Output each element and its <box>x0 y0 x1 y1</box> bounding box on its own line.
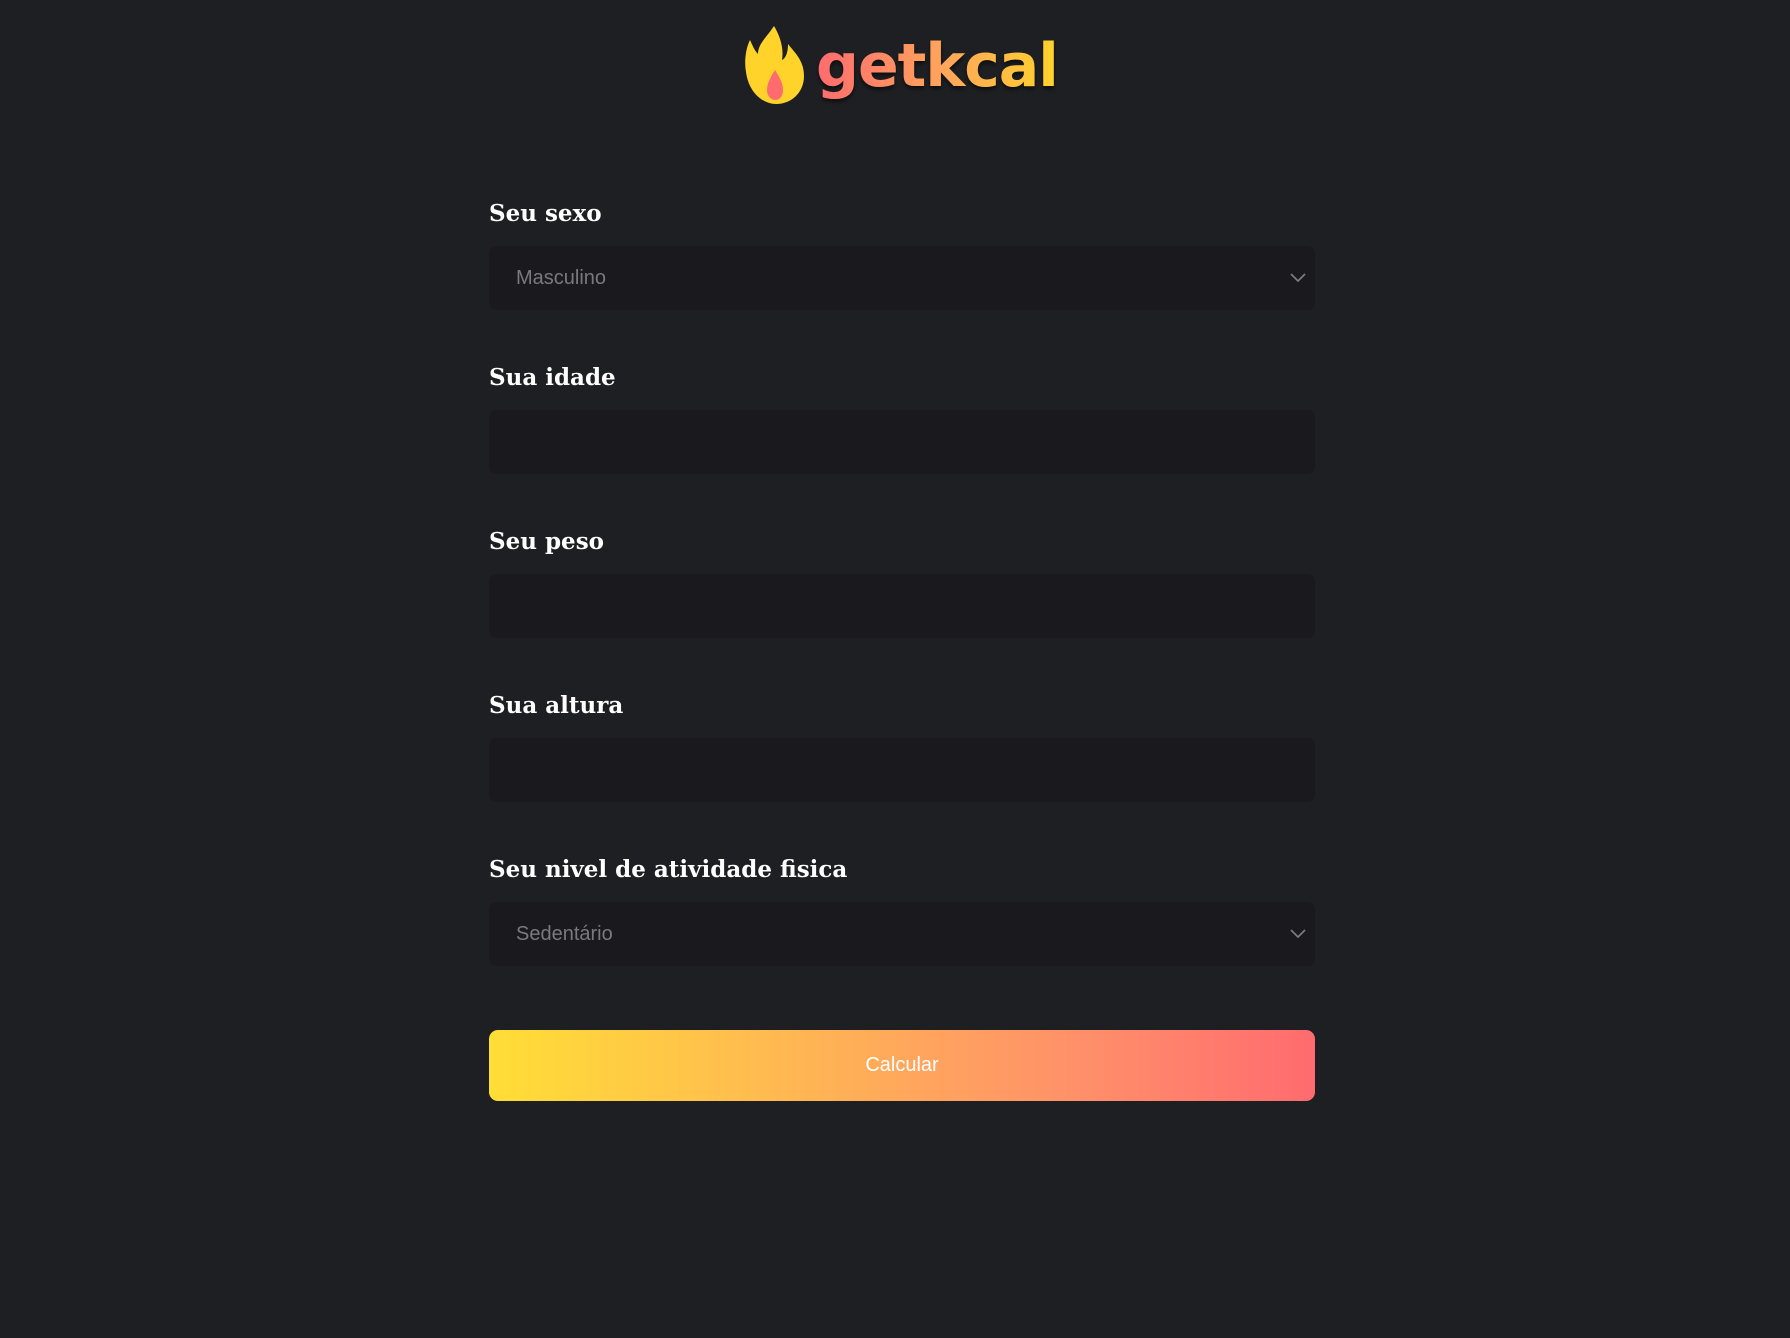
chevron-down-icon <box>1290 929 1306 939</box>
height-field: Sua altura <box>489 692 1315 802</box>
activity-select-value: Sedentário <box>516 923 613 945</box>
weight-label: Seu peso <box>489 528 604 555</box>
sex-label: Seu sexo <box>489 200 602 227</box>
age-input[interactable] <box>489 410 1315 474</box>
calorie-form: Seu sexo Masculino Sua idade Seu peso Su… <box>489 200 1315 1101</box>
weight-input-wrapper <box>489 574 1315 638</box>
weight-field: Seu peso <box>489 528 1315 638</box>
height-input[interactable] <box>489 738 1315 802</box>
sex-field: Seu sexo Masculino <box>489 200 1315 310</box>
activity-field: Seu nivel de atividade fisica Sedentário <box>489 856 1315 966</box>
age-field: Sua idade <box>489 364 1315 474</box>
weight-input[interactable] <box>489 574 1315 638</box>
age-label: Sua idade <box>489 364 616 391</box>
height-label: Sua altura <box>489 692 624 719</box>
chevron-down-icon <box>1290 273 1306 283</box>
age-input-wrapper <box>489 410 1315 474</box>
sex-select[interactable]: Masculino <box>489 246 1315 310</box>
sex-select-value: Masculino <box>516 267 607 289</box>
brand-name: getkcal <box>816 31 1056 101</box>
activity-label: Seu nivel de atividade fisica <box>489 856 848 883</box>
brand-wordmark: getkcal <box>816 31 1056 101</box>
flame-icon <box>745 26 804 104</box>
page: getkcal Seu sexo Masculino Sua idade Seu… <box>0 0 1790 1338</box>
height-input-wrapper <box>489 738 1315 802</box>
calculate-button[interactable]: Calcular <box>489 1030 1315 1101</box>
activity-select[interactable]: Sedentário <box>489 902 1315 966</box>
logo: getkcal <box>740 24 1056 108</box>
